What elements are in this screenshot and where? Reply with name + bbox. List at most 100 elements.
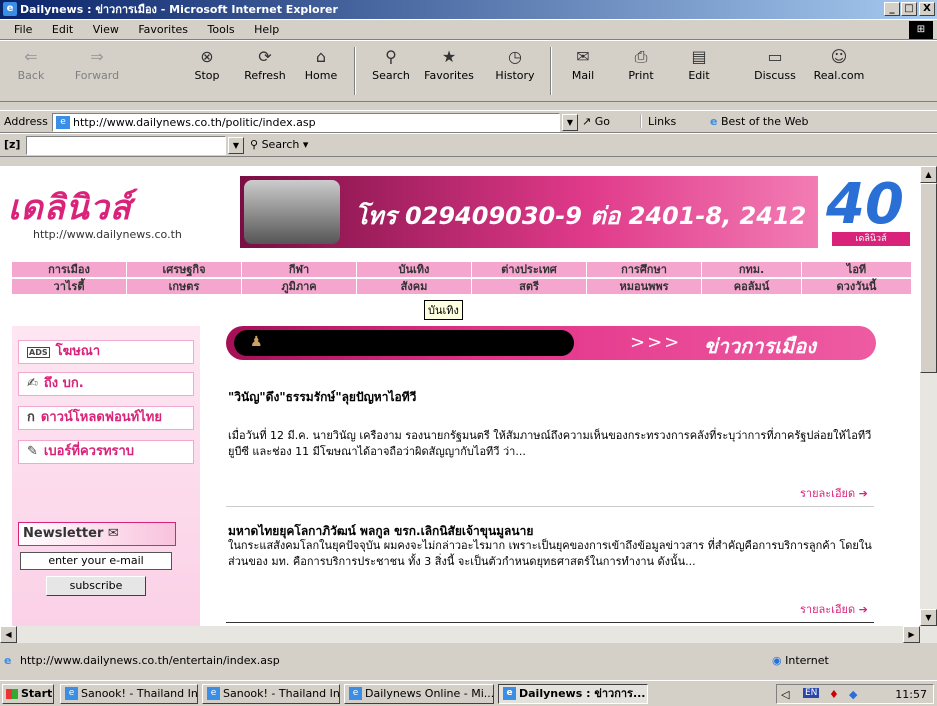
home-button[interactable]: ⌂ Home <box>294 45 348 82</box>
anniversary-number: 40 <box>826 172 904 237</box>
home-icon: ⌂ <box>315 47 327 66</box>
monk-icon: ♟ <box>250 334 263 350</box>
sidebar-item-phone-numbers[interactable]: ✎ เบอร์ที่ควรทราบ <box>18 440 194 464</box>
minimize-button[interactable]: _ <box>884 2 900 16</box>
forward-button[interactable]: ⇒ Forward <box>70 45 124 82</box>
search-icon: ⚲ <box>385 47 397 66</box>
banner-text: โทร 029409030-9 ต่อ 2401-8, 2412 <box>355 202 807 230</box>
phone-banner[interactable]: โทร 029409030-9 ต่อ 2401-8, 2412 <box>240 176 818 248</box>
start-button[interactable]: Start <box>2 684 54 704</box>
article-headline[interactable]: "วินัญ"ดึง"ธรรมรักษ์"ลุยปัญหาไอทีวี <box>228 388 416 407</box>
messenger-icon[interactable]: ◆ <box>849 688 857 701</box>
section-header-dark-band: ♟ <box>234 330 574 356</box>
volume-icon[interactable]: ◁ <box>781 688 789 701</box>
nav-regional[interactable]: ภูมิภาค <box>242 279 357 295</box>
refresh-button[interactable]: ⟳ Refresh <box>238 45 292 82</box>
scroll-left-button[interactable]: ◀ <box>0 626 17 643</box>
menu-tools[interactable]: Tools <box>200 20 243 36</box>
horizontal-scrollbar[interactable] <box>0 626 937 643</box>
sidebar-item-ads[interactable]: ADS โฆษณา <box>18 340 194 364</box>
nav-education[interactable]: การศึกษา <box>587 262 702 278</box>
print-icon: ⎙ <box>634 47 648 66</box>
edit-icon: ▤ <box>691 47 707 66</box>
language-indicator[interactable]: EN <box>803 688 820 698</box>
close-button[interactable]: X <box>919 2 935 16</box>
clock: 11:57 <box>895 688 927 701</box>
nav-economy[interactable]: เศรษฐกิจ <box>127 262 242 278</box>
dailynews-logo[interactable]: เดลินิวส์ <box>8 180 132 234</box>
scroll-down-button[interactable]: ▼ <box>920 609 937 626</box>
taskbar-item-active[interactable]: Dailynews : ข่าวการ... <box>498 684 648 704</box>
nav-sports[interactable]: กีฬา <box>242 262 357 278</box>
menu-view[interactable]: View <box>85 20 127 36</box>
history-icon: ◷ <box>508 47 522 66</box>
read-more-link[interactable]: รายละเอียด ➔ <box>800 484 868 502</box>
menu-favorites[interactable]: Favorites <box>130 20 196 36</box>
scroll-up-button[interactable]: ▲ <box>920 166 937 183</box>
stop-button[interactable]: ⊗ Stop <box>180 45 234 82</box>
nav-bangkok[interactable]: กทม. <box>702 262 802 278</box>
mail-button[interactable]: ✉ Mail <box>556 45 610 82</box>
status-text: http://www.dailynews.co.th/entertain/ind… <box>20 654 280 667</box>
windows-logo-icon: ⊞ <box>909 21 933 39</box>
network-icon[interactable]: ♦ <box>829 688 839 701</box>
menu-help[interactable]: Help <box>246 20 287 36</box>
sidebar-item-thai-font[interactable]: กดาวน์โหลดฟอนท์ไทย <box>18 406 194 430</box>
real-com-button[interactable]: ☺ Real.com <box>808 45 870 82</box>
page-icon: e <box>4 654 12 667</box>
address-dropdown-button[interactable]: ▼ <box>562 114 578 131</box>
site-header: เดลินิวส์ http://www.dailynews.co.th โทร… <box>0 166 920 258</box>
search-dropdown-button[interactable]: ▼ <box>228 137 244 154</box>
scroll-thumb[interactable] <box>920 183 937 373</box>
discuss-button[interactable]: ▭ Discuss <box>748 45 802 82</box>
toolbar-search-button[interactable]: ⚲ Search ▾ <box>250 138 308 151</box>
newsletter-email-input[interactable]: enter your e-mail <box>20 552 172 570</box>
menu-edit[interactable]: Edit <box>44 20 81 36</box>
nav-variety[interactable]: วาไรตี้ <box>12 279 127 295</box>
print-button[interactable]: ⎙ Print <box>614 45 668 82</box>
taskbar-item[interactable]: Sanook! - Thailand In... <box>202 684 340 704</box>
nav-society[interactable]: สังคม <box>357 279 472 295</box>
taskbar: Start Sanook! - Thailand In... Sanook! -… <box>0 680 937 706</box>
article-body: เมื่อวันที่ 12 มี.ค. นายวินัญ เครืองาม ร… <box>228 429 872 458</box>
go-button[interactable]: ↗ Go <box>582 115 610 128</box>
favorites-icon: ★ <box>441 47 457 66</box>
forward-arrow-icon: ⇒ <box>90 47 104 66</box>
back-button[interactable]: ⇐ Back <box>4 45 58 82</box>
toolbar-search-input[interactable] <box>26 136 226 155</box>
sidebar-item-editor[interactable]: ✍ ถึง บก. <box>18 372 194 396</box>
mail-icon: ✉ <box>576 47 590 66</box>
nav-entertainment[interactable]: บันเทิง <box>357 262 472 278</box>
search-button[interactable]: ⚲ Search <box>364 45 418 82</box>
nav-column[interactable]: คอลัมน์ <box>702 279 802 295</box>
nav-women[interactable]: สตรี <box>472 279 587 295</box>
nav-horoscope[interactable]: ดวงวันนี้ <box>802 279 912 295</box>
menu-file[interactable]: File <box>6 20 40 36</box>
ads-icon: ADS <box>27 347 50 358</box>
favorites-button[interactable]: ★ Favorites <box>422 45 476 82</box>
nav-agriculture[interactable]: เกษตร <box>127 279 242 295</box>
nav-foreign[interactable]: ต่างประเทศ <box>472 262 587 278</box>
history-button[interactable]: ◷ History <box>488 45 542 82</box>
links-button[interactable]: Links <box>640 115 676 128</box>
nav-doctor[interactable]: หมอนพพร <box>587 279 702 295</box>
subscribe-button[interactable]: subscribe <box>46 576 146 596</box>
edit-button[interactable]: ▤ Edit <box>672 45 726 82</box>
maximize-button[interactable]: □ <box>901 2 917 16</box>
best-of-web-link[interactable]: e Best of the Web <box>710 115 808 128</box>
nav-it[interactable]: ไอที <box>802 262 912 278</box>
address-input[interactable]: e http://www.dailynews.co.th/politic/ind… <box>52 113 560 132</box>
read-more-link[interactable]: รายละเอียด ➔ <box>800 600 868 618</box>
refresh-icon: ⟳ <box>258 47 272 66</box>
web-content: เดลินิวส์ http://www.dailynews.co.th โทร… <box>0 166 920 626</box>
newsletter-title: Newsletter ✉ <box>18 522 176 546</box>
taskbar-item[interactable]: Dailynews Online - Mi... <box>344 684 494 704</box>
newsletter-box: Newsletter ✉ enter your e-mail subscribe <box>18 522 190 610</box>
page-icon: e <box>56 116 70 129</box>
scroll-right-button[interactable]: ▶ <box>903 626 920 643</box>
taskbar-item[interactable]: Sanook! - Thailand In... <box>60 684 198 704</box>
thai-font-icon: ก <box>27 410 35 425</box>
search-toolbar: [z] ▼ ⚲ Search ▾ <box>0 133 937 157</box>
window-title-bar[interactable]: e Dailynews : ข่าวการเมือง - Microsoft I… <box>0 0 937 19</box>
nav-politics[interactable]: การเมือง <box>12 262 127 278</box>
